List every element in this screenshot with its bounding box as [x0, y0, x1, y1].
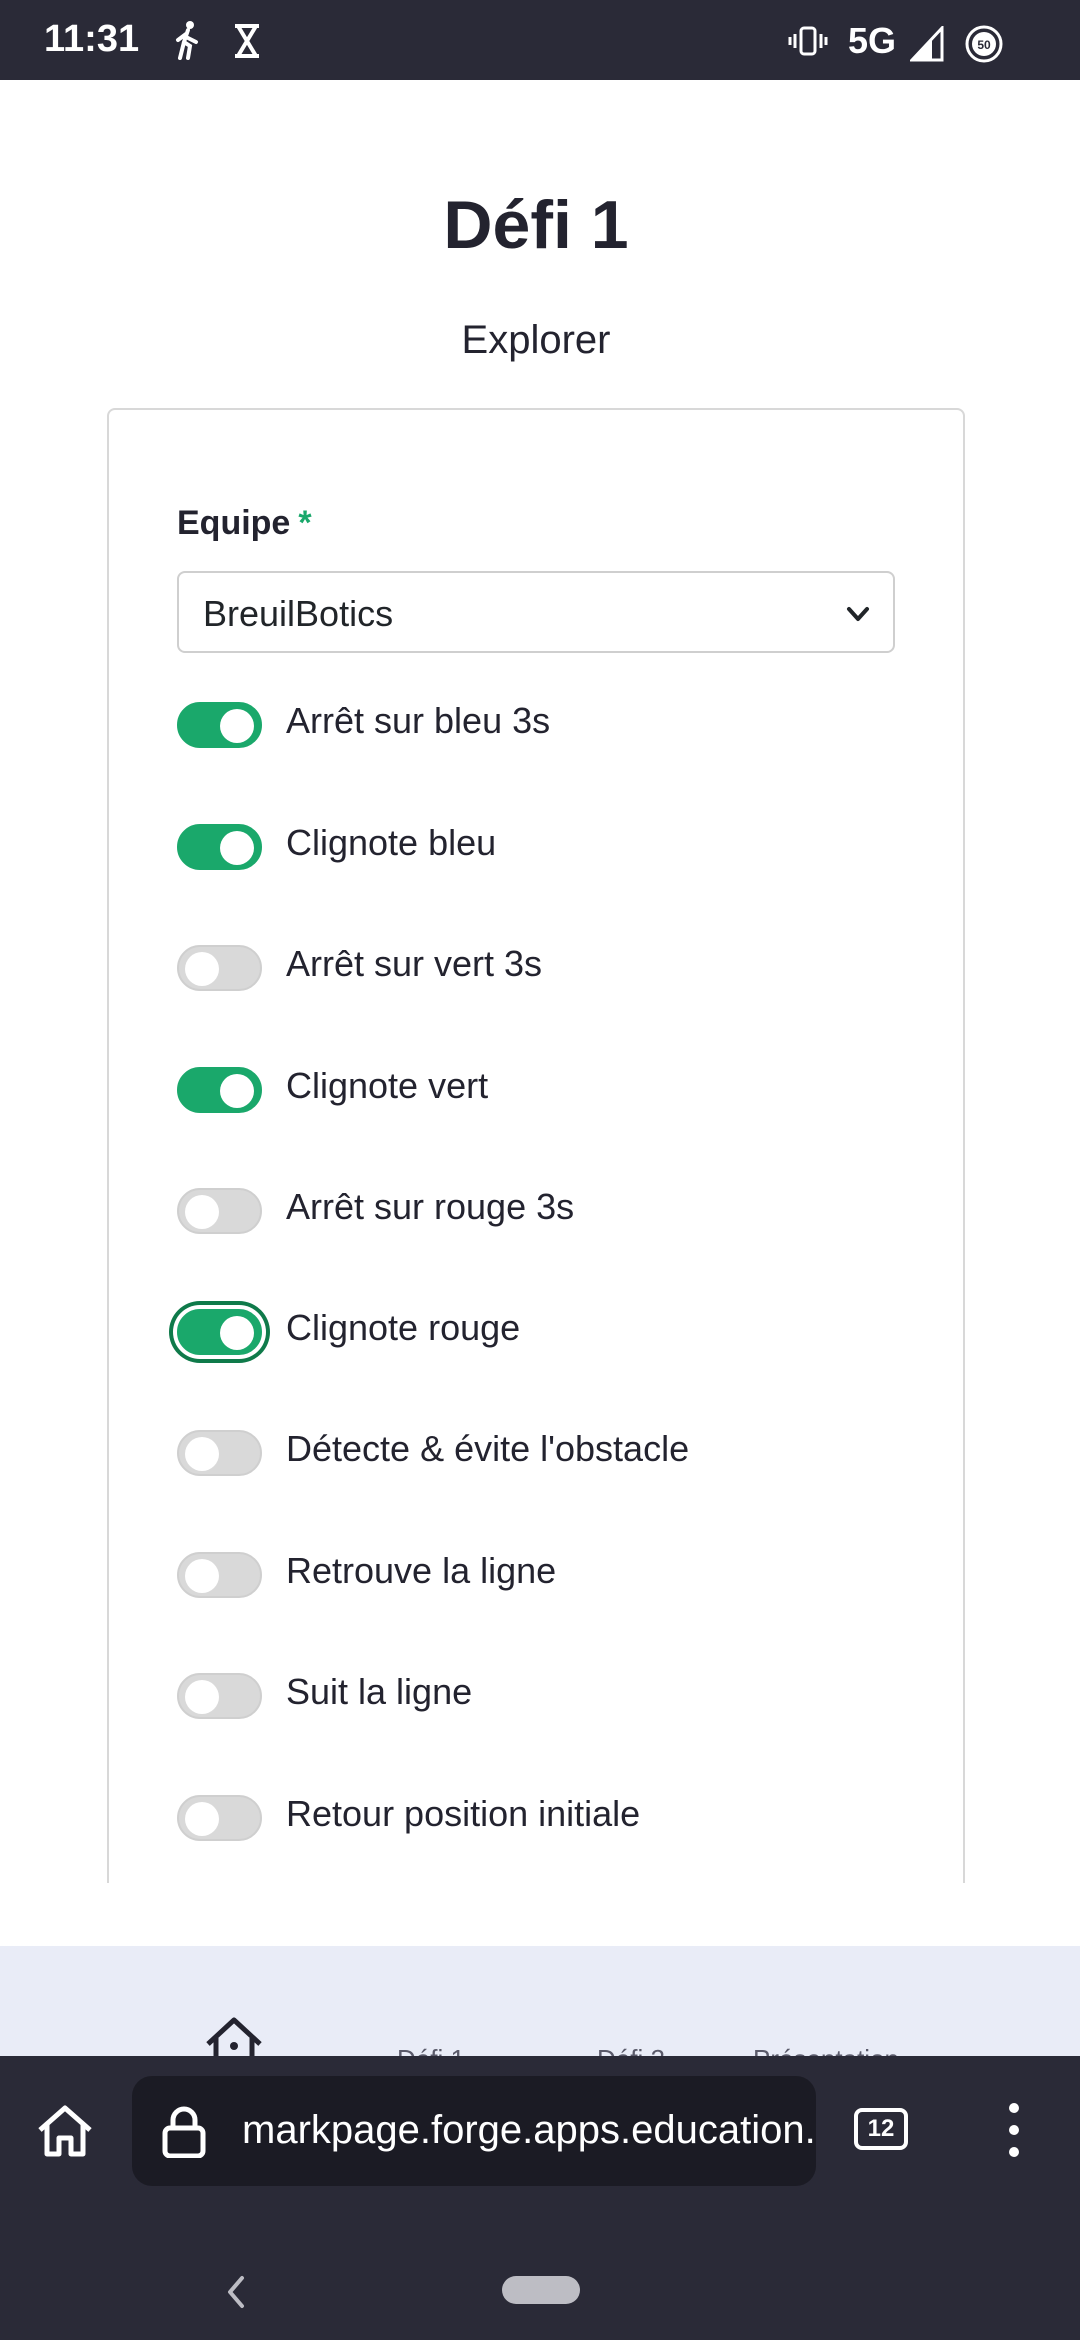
page-title: Défi 1	[443, 187, 629, 263]
toggle-switch-avoid-obstacle[interactable]	[177, 1430, 262, 1476]
toggle-switch-stop-red[interactable]	[177, 1188, 262, 1234]
toggle-switch-follow-line[interactable]	[177, 1673, 262, 1719]
vibrate-icon	[788, 26, 828, 56]
toggle-label-stop-red: Arrêt sur rouge 3s	[286, 1186, 575, 1227]
browser-home-icon[interactable]	[36, 2102, 94, 2160]
toggle-row-blink-blue[interactable]: Clignote bleu	[177, 816, 917, 876]
toggle-row-stop-green[interactable]: Arrêt sur vert 3s	[177, 937, 917, 997]
more-options-icon[interactable]	[1002, 2100, 1026, 2160]
walking-icon	[176, 21, 198, 60]
page-subtitle: Explorer	[461, 318, 611, 362]
back-chevron-icon[interactable]	[222, 2272, 248, 2312]
hourglass-icon	[235, 24, 259, 58]
toggle-label-avoid-obstacle: Détecte & évite l'obstacle	[286, 1428, 690, 1469]
team-label-text: Equipe	[177, 504, 291, 542]
battery-saver-icon: 50	[965, 25, 1003, 63]
switch-knob	[220, 1316, 254, 1350]
switch-knob	[185, 1559, 219, 1593]
signal-icon	[910, 26, 944, 62]
toggle-row-stop-blue[interactable]: Arrêt sur bleu 3s	[177, 694, 917, 754]
switch-knob	[220, 1074, 254, 1108]
toggle-switch-stop-green[interactable]	[177, 945, 262, 991]
toggle-label-stop-blue: Arrêt sur bleu 3s	[286, 700, 551, 741]
toggle-switch-blink-green[interactable]	[177, 1067, 262, 1113]
toggle-switch-find-line[interactable]	[177, 1552, 262, 1598]
toggle-switch-blink-blue[interactable]	[177, 824, 262, 870]
toggle-row-blink-green[interactable]: Clignote vert	[177, 1059, 917, 1119]
switch-knob	[185, 952, 219, 986]
status-bar: 11:31 5G 50	[0, 0, 1080, 80]
required-mark: *	[298, 504, 312, 542]
toggle-row-find-line[interactable]: Retrouve la ligne	[177, 1544, 917, 1604]
switch-knob	[185, 1680, 219, 1714]
url-text: markpage.forge.apps.education.fr	[242, 2108, 816, 2152]
toggle-row-follow-line[interactable]: Suit la ligne	[177, 1665, 917, 1725]
toggle-row-stop-red[interactable]: Arrêt sur rouge 3s	[177, 1180, 917, 1240]
toggle-label-blink-blue: Clignote bleu	[286, 822, 497, 863]
switch-knob	[185, 1437, 219, 1471]
tab-switcher-button[interactable]: 12	[854, 2108, 908, 2150]
chevron-down-icon	[847, 607, 869, 621]
toggle-switch-blink-red[interactable]	[177, 1309, 262, 1355]
status-time: 11:31	[44, 18, 140, 60]
toggle-row-avoid-obstacle[interactable]: Détecte & évite l'obstacle	[177, 1422, 917, 1482]
toggle-label-blink-green: Clignote vert	[286, 1065, 489, 1106]
toggle-switch-stop-blue[interactable]	[177, 702, 262, 748]
team-select[interactable]: BreuilBotics	[177, 571, 895, 653]
switch-knob	[185, 1195, 219, 1229]
team-field-label: Equipe *	[177, 504, 312, 543]
browser-toolbar: markpage.forge.apps.education.fr 12	[0, 2056, 1080, 2206]
system-nav-bar	[0, 2206, 1080, 2340]
home-gesture-pill[interactable]	[502, 2276, 580, 2304]
toggle-label-find-line: Retrouve la ligne	[286, 1550, 557, 1591]
toggle-row-return-start[interactable]: Retour position initiale	[177, 1787, 917, 1847]
svg-text:50: 50	[977, 38, 991, 52]
team-select-value: BreuilBotics	[203, 593, 394, 634]
home-icon[interactable]	[204, 2016, 264, 2056]
switch-knob	[185, 1802, 219, 1836]
bottom-nav: Défi 1 Défi 2 Présentation	[0, 1946, 1080, 2074]
toggle-label-follow-line: Suit la ligne	[286, 1671, 473, 1712]
network-type: 5G	[848, 20, 897, 61]
toggle-label-return-start: Retour position initiale	[286, 1793, 641, 1834]
toggle-label-blink-red: Clignote rouge	[286, 1307, 521, 1348]
lock-icon	[162, 2106, 206, 2158]
switch-knob	[220, 709, 254, 743]
toggle-row-blink-red[interactable]: Clignote rouge	[177, 1301, 917, 1361]
switch-knob	[220, 831, 254, 865]
toggle-switch-return-start[interactable]	[177, 1795, 262, 1841]
address-bar[interactable]: markpage.forge.apps.education.fr	[132, 2076, 816, 2186]
toggle-label-stop-green: Arrêt sur vert 3s	[286, 943, 543, 984]
